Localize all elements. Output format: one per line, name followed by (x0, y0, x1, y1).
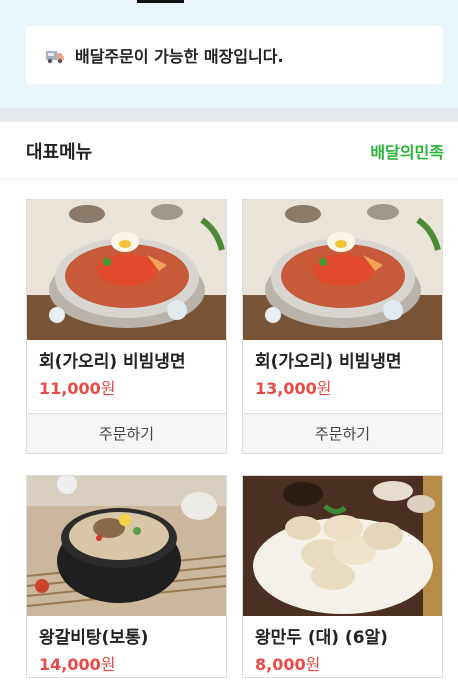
active-tab-indicator (137, 0, 184, 3)
cold-noodle-photo (243, 200, 442, 340)
price-value: 11,000 (39, 379, 101, 398)
cold-noodle-photo (27, 200, 226, 340)
price-value: 13,000 (255, 379, 317, 398)
price-unit: 원 (316, 379, 332, 398)
menu-name: 왕갈비탕(보통) (39, 628, 149, 648)
price-value: 8,000 (255, 655, 306, 674)
order-button[interactable]: 주문하기 (27, 413, 226, 453)
delivery-notice: 배달주문이 가능한 매장입니다. (26, 26, 443, 84)
section-header: 대표메뉴 배달의민족 (0, 122, 458, 180)
notice-text: 배달주문이 가능한 매장입니다. (75, 47, 284, 66)
menu-card[interactable]: 회(가오리) 비빔냉면 11,000원 주문하기 (26, 199, 227, 454)
menu-price: 11,000원 (39, 377, 214, 401)
menu-price: 13,000원 (255, 377, 430, 401)
order-button[interactable]: 주문하기 (243, 413, 442, 453)
price-unit: 원 (305, 655, 321, 674)
delivery-truck-icon (46, 51, 64, 64)
dumpling-photo (243, 476, 442, 616)
galbitang-photo (27, 476, 226, 616)
menu-name: 회(가오리) 비빔냉면 (255, 352, 402, 372)
price-unit: 원 (100, 379, 116, 398)
price-unit: 원 (100, 655, 116, 674)
menu-name: 왕만두 (대) (6알) (255, 628, 388, 648)
menu-card[interactable]: 왕만두 (대) (6알) 8,000원 (242, 475, 443, 678)
menu-name: 회(가오리) 비빔냉면 (39, 352, 186, 372)
section-divider (0, 108, 458, 122)
menu-price: 8,000원 (255, 653, 430, 677)
price-value: 14,000 (39, 655, 101, 674)
menu-card[interactable]: 왕갈비탕(보통) 14,000원 (26, 475, 227, 678)
section-title: 대표메뉴 (26, 141, 93, 163)
menu-card[interactable]: 회(가오리) 비빔냉면 13,000원 주문하기 (242, 199, 443, 454)
delivery-brand-link[interactable]: 배달의민족 (370, 139, 444, 163)
menu-price: 14,000원 (39, 653, 214, 677)
